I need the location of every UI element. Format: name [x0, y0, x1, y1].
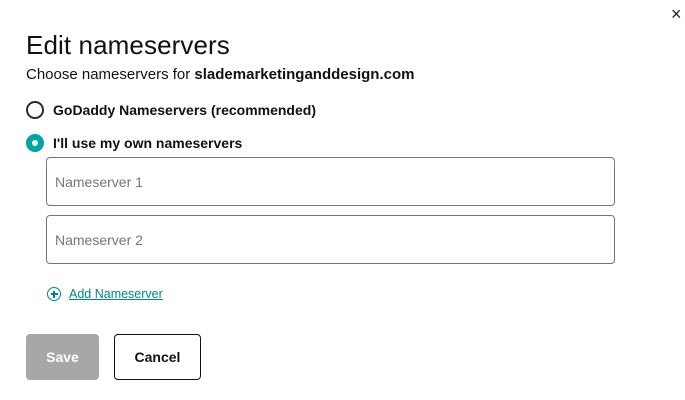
- close-icon[interactable]: ×: [671, 4, 685, 24]
- add-nameserver-label[interactable]: Add Nameserver: [69, 287, 163, 301]
- nameserver-2-input[interactable]: [46, 215, 615, 264]
- add-nameserver-link[interactable]: Add Nameserver: [47, 287, 163, 301]
- subtitle-prefix: Choose nameservers for: [26, 66, 195, 83]
- nameserver-1-input[interactable]: [46, 157, 615, 206]
- radio-checked-icon[interactable]: [26, 134, 44, 152]
- dialog-subtitle: Choose nameservers for slademarketingand…: [26, 66, 414, 83]
- dialog-title: Edit nameservers: [26, 30, 230, 60]
- radio-unchecked-icon[interactable]: [26, 101, 44, 119]
- save-button[interactable]: Save: [26, 334, 99, 380]
- radio-label-own: I'll use my own nameservers: [53, 135, 243, 151]
- radio-option-godaddy-nameservers[interactable]: GoDaddy Nameservers (recommended): [26, 101, 316, 119]
- radio-option-own-nameservers[interactable]: I'll use my own nameservers: [26, 134, 242, 152]
- plus-circle-icon[interactable]: [47, 287, 61, 301]
- radio-label-godaddy: GoDaddy Nameservers (recommended): [53, 102, 316, 118]
- cancel-button[interactable]: Cancel: [114, 334, 201, 380]
- edit-nameservers-dialog: × Edit nameservers Choose nameservers fo…: [0, 0, 685, 400]
- domain-name: slademarketinganddesign.com: [194, 66, 415, 83]
